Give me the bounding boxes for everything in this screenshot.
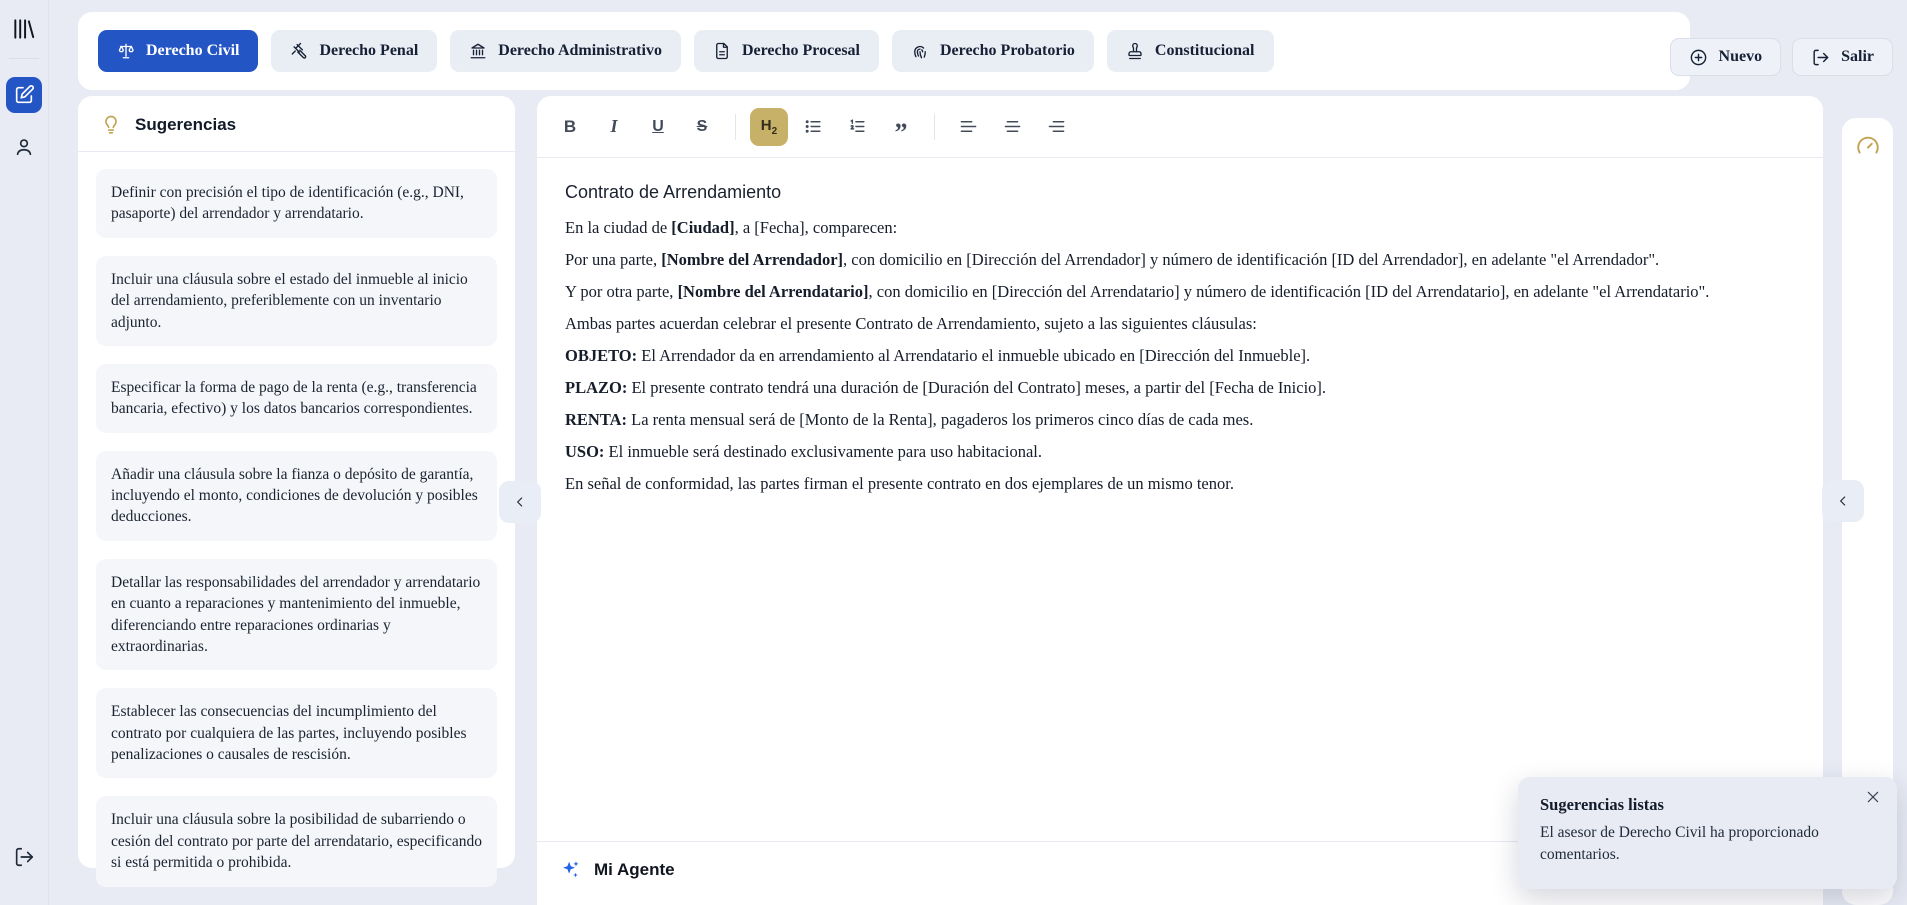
document-paragraph[interactable]: PLAZO: El presente contrato tendrá una d… <box>565 376 1793 399</box>
document-paragraph[interactable]: Ambas partes acuerdan celebrar el presen… <box>565 312 1793 335</box>
document-paragraph[interactable]: En señal de conformidad, las partes firm… <box>565 472 1793 495</box>
document-area[interactable]: Contrato de Arrendamiento En la ciudad d… <box>537 158 1823 495</box>
bullet-list-button[interactable] <box>794 108 832 146</box>
category-label: Constitucional <box>1155 42 1255 60</box>
suggestion-card[interactable]: Incluir una cláusula sobre el estado del… <box>96 256 497 346</box>
category-chip-derecho-civil[interactable]: Derecho Civil <box>98 30 258 72</box>
category-chips: Derecho Civil Derecho Penal Derecho Admini… <box>98 30 1274 72</box>
document-paragraph[interactable]: OBJETO: El Arrendador da en arrendamient… <box>565 344 1793 367</box>
strikethrough-icon: S <box>697 118 708 136</box>
suggestion-card[interactable]: Detallar las responsabilidades del arren… <box>96 559 497 671</box>
gavel-icon <box>290 42 308 60</box>
italic-icon: I <box>610 116 617 137</box>
chevron-left-icon <box>512 494 528 510</box>
sparkles-icon <box>559 859 581 881</box>
underline-icon: U <box>652 118 664 136</box>
suggestions-title: Sugerencias <box>135 115 236 135</box>
suggestions-panel: Sugerencias Definir con precisión el tip… <box>78 96 515 868</box>
header-actions: Nuevo Salir <box>1670 38 1893 76</box>
category-label: Derecho Procesal <box>742 42 860 60</box>
landmark-icon <box>469 42 487 60</box>
ordered-list-button[interactable] <box>838 108 876 146</box>
logout-icon <box>13 846 35 868</box>
icon-rail <box>0 0 49 905</box>
document-paragraph[interactable]: En la ciudad de [Ciudad], a [Fecha], com… <box>565 216 1793 239</box>
align-center-button[interactable] <box>993 108 1031 146</box>
align-right-button[interactable] <box>1037 108 1075 146</box>
heading-2-button[interactable]: H2 <box>750 108 788 146</box>
logout-icon <box>1811 48 1830 67</box>
document-body[interactable]: En la ciudad de [Ciudad], a [Fecha], com… <box>565 216 1793 495</box>
lightbulb-icon <box>100 114 122 136</box>
toast-title: Sugerencias listas <box>1540 795 1875 815</box>
heading-2-icon: H2 <box>761 117 777 137</box>
suggestion-card[interactable]: Añadir una cláusula sobre la fianza o de… <box>96 451 497 541</box>
italic-button[interactable]: I <box>595 108 633 146</box>
category-chip-derecho-administrativo[interactable]: Derecho Administrativo <box>450 30 681 72</box>
suggestion-card[interactable]: Definir con precisión el tipo de identif… <box>96 169 497 238</box>
suggestion-card[interactable]: Establecer las consecuencias del incumpl… <box>96 688 497 778</box>
salir-button[interactable]: Salir <box>1792 38 1893 76</box>
library-icon <box>11 16 37 42</box>
category-bar: Derecho Civil Derecho Penal Derecho Admini… <box>78 12 1690 90</box>
category-chip-derecho-procesal[interactable]: Derecho Procesal <box>694 30 879 72</box>
stamp-icon <box>1126 42 1144 60</box>
sidebar-item-editor[interactable] <box>6 77 42 113</box>
action-label: Salir <box>1841 48 1874 66</box>
toast-notification: Sugerencias listas El asesor de Derecho … <box>1518 777 1897 889</box>
underline-button[interactable]: U <box>639 108 677 146</box>
user-icon <box>13 136 35 158</box>
collapse-suggestions-button[interactable] <box>499 481 541 523</box>
category-label: Derecho Probatorio <box>940 42 1075 60</box>
align-center-icon <box>1003 117 1022 136</box>
nuevo-button[interactable]: Nuevo <box>1670 38 1782 76</box>
suggestion-card[interactable]: Incluir una cláusula sobre la posibilida… <box>96 796 497 886</box>
ordered-list-icon <box>848 117 867 136</box>
agent-label: Mi Agente <box>594 860 675 880</box>
document-paragraph[interactable]: USO: El inmueble será destinado exclusiv… <box>565 440 1793 463</box>
align-left-icon <box>959 117 978 136</box>
category-label: Derecho Civil <box>146 42 239 60</box>
edit-icon <box>13 84 35 106</box>
blockquote-button[interactable]: ” <box>882 108 920 146</box>
toolbar-separator <box>934 114 935 140</box>
circle-plus-icon <box>1689 48 1708 67</box>
document-title[interactable]: Contrato de Arrendamiento <box>565 182 1793 203</box>
strikethrough-button[interactable]: S <box>683 108 721 146</box>
logout-button[interactable] <box>6 839 42 875</box>
toolbar-separator <box>735 114 736 140</box>
category-label: Derecho Administrativo <box>498 42 662 60</box>
category-chip-constitucional[interactable]: Constitucional <box>1107 30 1274 72</box>
document-paragraph[interactable]: Y por otra parte, [Nombre del Arrendatar… <box>565 280 1793 303</box>
blockquote-icon: ” <box>895 116 908 138</box>
suggestions-list: Definir con precisión el tipo de identif… <box>78 152 515 905</box>
close-icon[interactable] <box>1865 789 1881 805</box>
category-chip-derecho-penal[interactable]: Derecho Penal <box>271 30 437 72</box>
document-paragraph[interactable]: Por una parte, [Nombre del Arrendador], … <box>565 248 1793 271</box>
bold-button[interactable]: B <box>551 108 589 146</box>
bullet-list-icon <box>804 117 823 136</box>
scales-icon <box>117 42 135 60</box>
action-label: Nuevo <box>1719 48 1763 66</box>
toast-body: El asesor de Derecho Civil ha proporcion… <box>1540 822 1862 865</box>
suggestions-header: Sugerencias <box>78 96 515 151</box>
collapse-right-panel-button[interactable] <box>1822 480 1864 522</box>
align-right-icon <box>1047 117 1066 136</box>
suggestion-card[interactable]: Especificar la forma de pago de la renta… <box>96 364 497 433</box>
category-chip-derecho-probatorio[interactable]: Derecho Probatorio <box>892 30 1094 72</box>
align-left-button[interactable] <box>949 108 987 146</box>
sidebar-item-profile[interactable] <box>6 129 42 165</box>
fingerprint-icon <box>911 42 929 60</box>
category-label: Derecho Penal <box>319 42 418 60</box>
editor-toolbar: B I U S H2 ” <box>537 96 1823 158</box>
bold-icon: B <box>564 117 576 137</box>
document-paragraph[interactable]: RENTA: La renta mensual será de [Monto d… <box>565 408 1793 431</box>
chevron-left-icon <box>1835 493 1851 509</box>
rail-divider <box>9 58 39 59</box>
file-text-icon <box>713 42 731 60</box>
